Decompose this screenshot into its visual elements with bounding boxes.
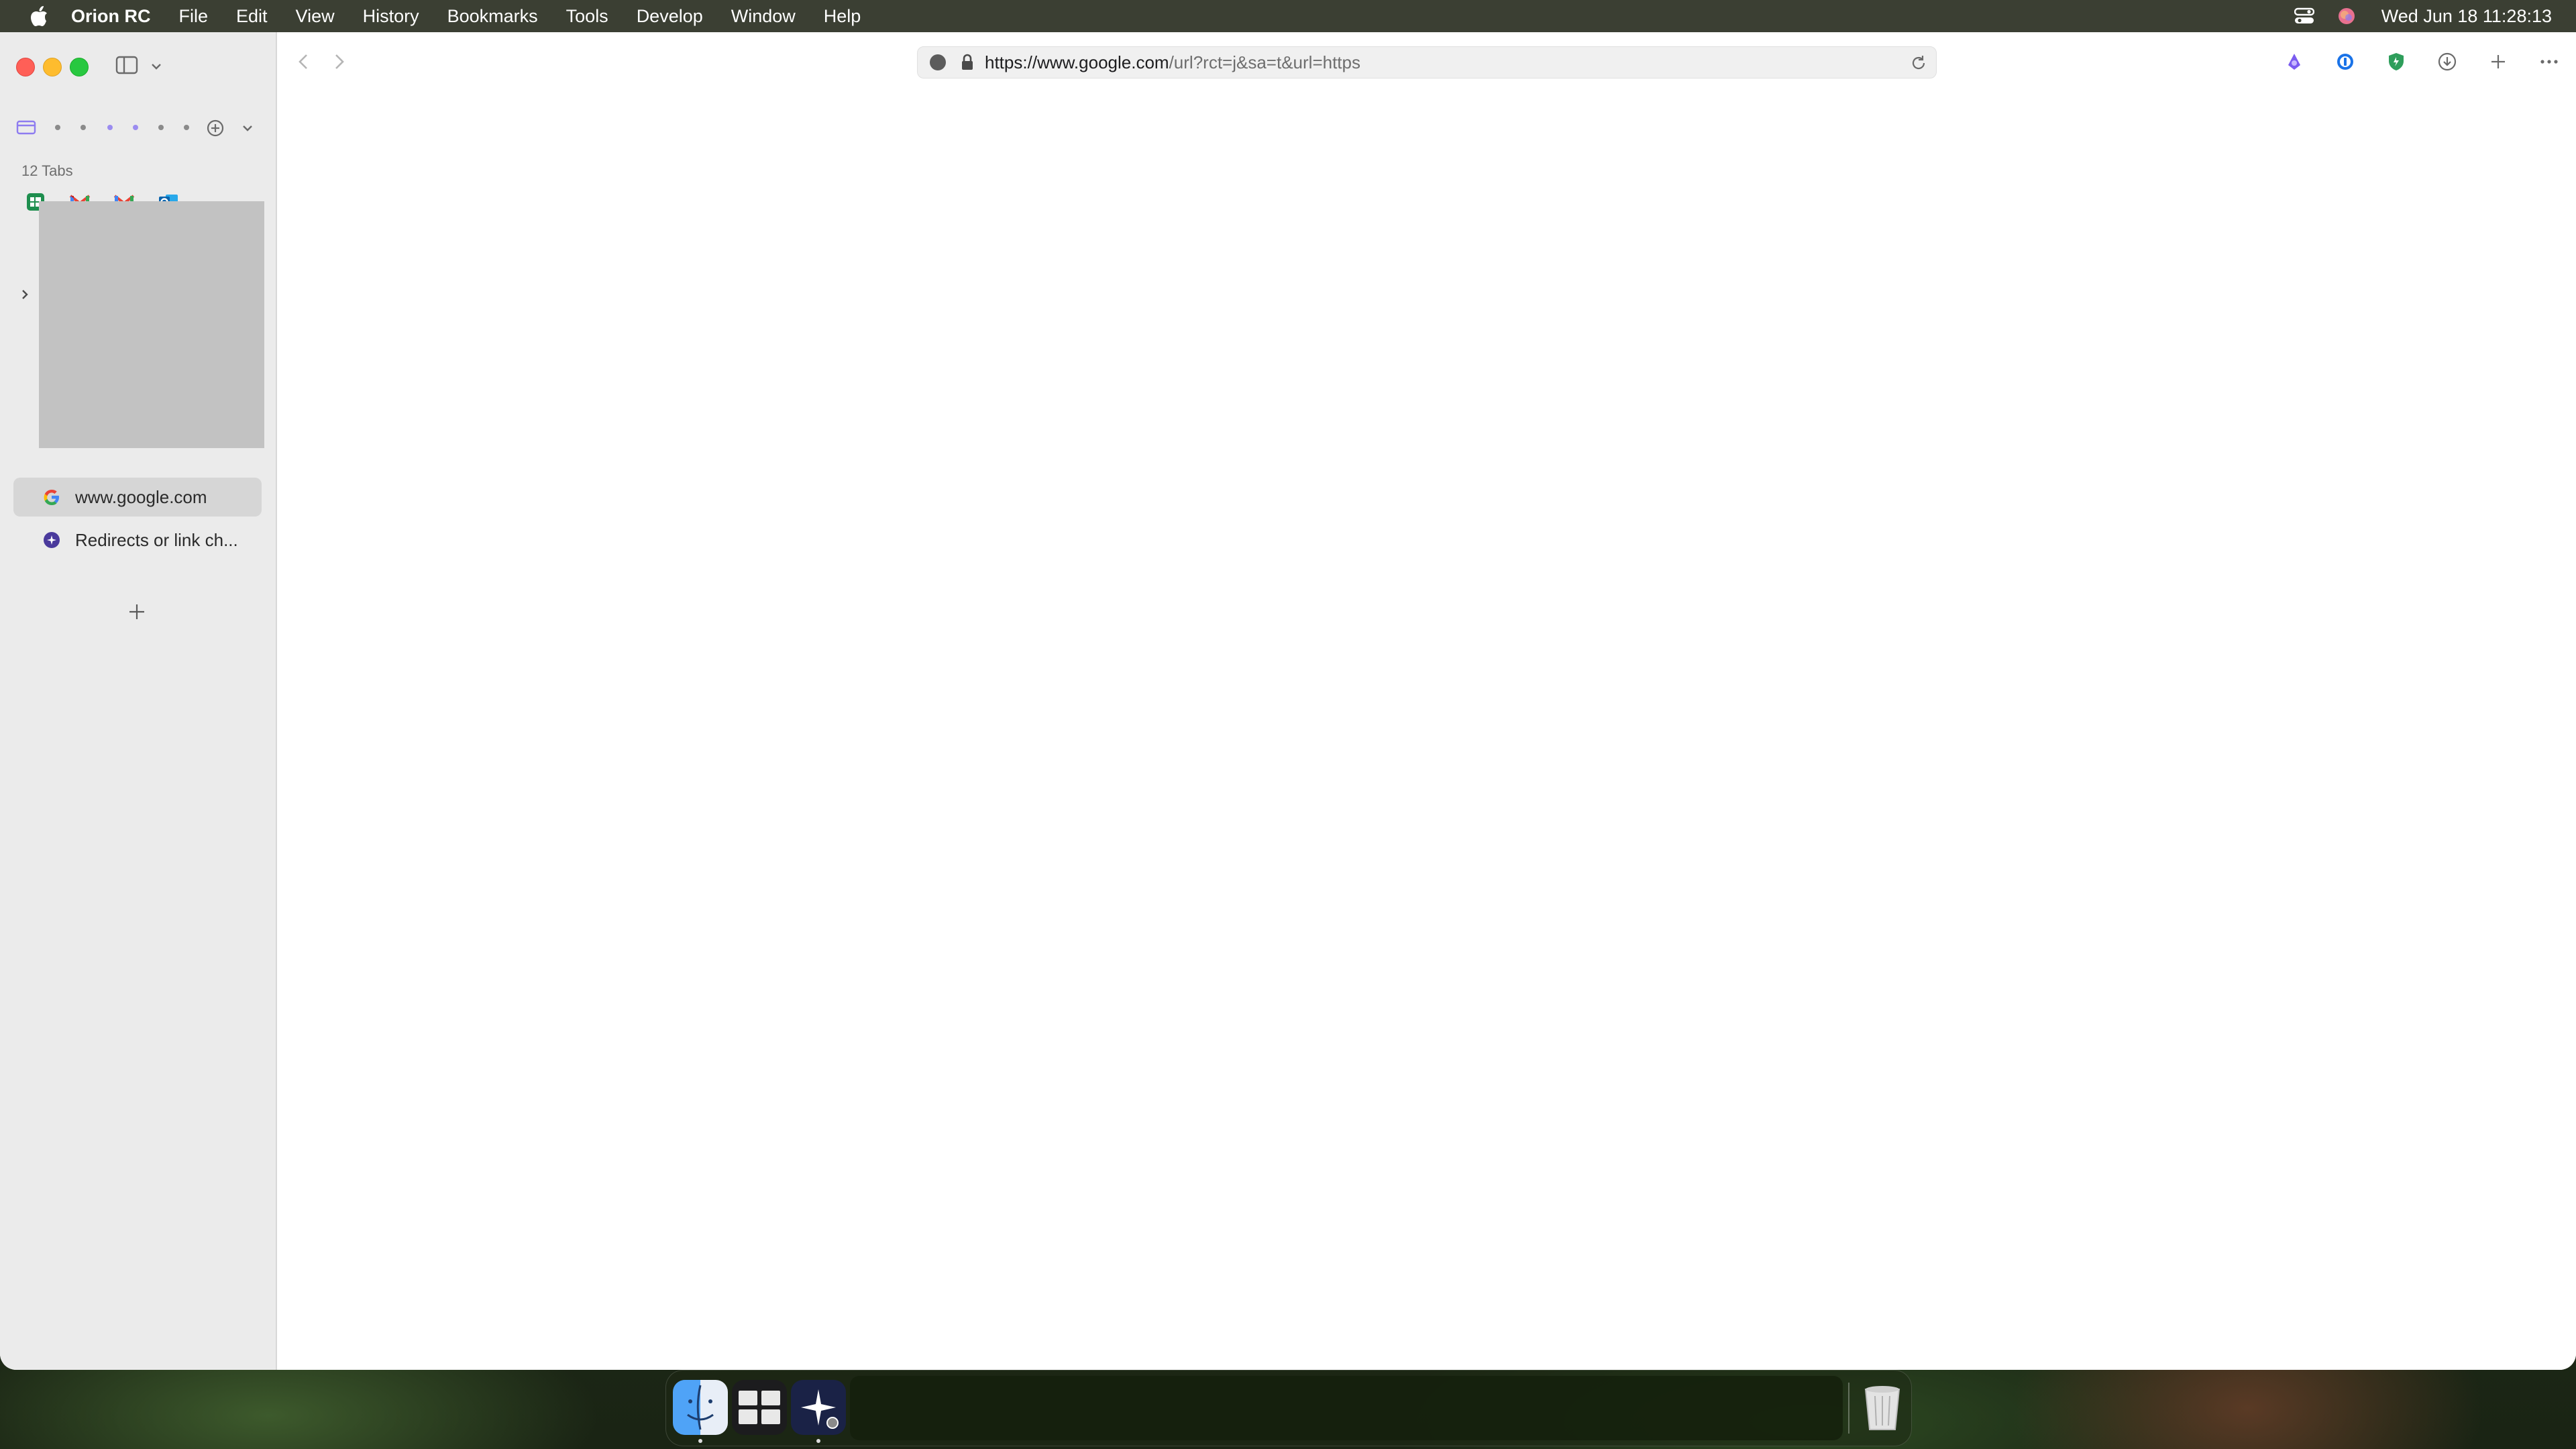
browser-content-area: https://www.google.com/url?rct=j&sa=t&ur… bbox=[277, 32, 2576, 1370]
tab-sidebar: 12 Tabs www.google.com Redirects or link… bbox=[0, 32, 277, 1370]
workspace-dot-6[interactable] bbox=[184, 125, 189, 130]
google-g-icon bbox=[42, 487, 62, 507]
menu-window[interactable]: Window bbox=[731, 0, 796, 32]
url-path: /url?rct=j&sa=t&url=https bbox=[1169, 52, 1360, 72]
workspace-switcher bbox=[13, 119, 262, 146]
sidebar-tab-redirects[interactable]: Redirects or link ch... bbox=[13, 521, 262, 559]
workspace-tabs-icon[interactable] bbox=[16, 119, 36, 139]
1password-icon[interactable] bbox=[2332, 48, 2359, 75]
dock-window-preview bbox=[850, 1376, 1843, 1440]
downloads-icon[interactable] bbox=[2434, 48, 2461, 75]
menu-help[interactable]: Help bbox=[824, 0, 861, 32]
new-tab-plus-icon[interactable] bbox=[2485, 48, 2512, 75]
menu-view[interactable]: View bbox=[296, 0, 335, 32]
url-host: https://www.google.com bbox=[985, 52, 1169, 72]
menubar-status-area: Wed Jun 18 11:28:13 bbox=[2271, 0, 2552, 32]
back-arrow-icon[interactable] bbox=[293, 50, 315, 74]
menu-bookmarks[interactable]: Bookmarks bbox=[447, 0, 538, 32]
workspace-dot-4[interactable] bbox=[133, 125, 138, 130]
menu-app-name[interactable]: Orion RC bbox=[71, 0, 151, 32]
finder-running-indicator bbox=[698, 1439, 702, 1443]
workspace-dot-3[interactable] bbox=[107, 125, 113, 130]
sidebar-toggle-icon[interactable] bbox=[115, 55, 138, 78]
menubar-clock[interactable]: Wed Jun 18 11:28:13 bbox=[2381, 6, 2552, 27]
workspace-dot-1[interactable] bbox=[55, 125, 60, 130]
orion-browser-icon[interactable] bbox=[791, 1380, 846, 1435]
url-text[interactable]: https://www.google.com/url?rct=j&sa=t&ur… bbox=[985, 52, 1360, 73]
sidebar-tab-google[interactable]: www.google.com bbox=[13, 478, 262, 517]
more-options-ellipsis-icon[interactable] bbox=[2536, 48, 2563, 75]
tab-title: Redirects or link ch... bbox=[75, 529, 238, 550]
window-close-button[interactable] bbox=[16, 58, 35, 76]
trash-icon[interactable] bbox=[1855, 1380, 1910, 1435]
toolbar-right bbox=[2257, 47, 2563, 76]
tab-folder-chevron-right-icon[interactable] bbox=[17, 287, 32, 302]
siri-icon[interactable] bbox=[2337, 7, 2356, 25]
menu-develop[interactable]: Develop bbox=[637, 0, 703, 32]
finder-icon[interactable] bbox=[673, 1380, 728, 1435]
add-workspace-icon[interactable] bbox=[205, 118, 225, 142]
lock-icon[interactable] bbox=[961, 54, 975, 71]
window-minimize-button[interactable] bbox=[43, 58, 62, 76]
tab-preview-thumbnail bbox=[39, 201, 264, 448]
mission-control-icon[interactable] bbox=[732, 1380, 787, 1435]
privacy-shield-green-icon[interactable] bbox=[2383, 48, 2410, 75]
workspace-dot-2[interactable] bbox=[80, 125, 86, 130]
browser-window: 12 Tabs www.google.com Redirects or link… bbox=[0, 32, 2576, 1370]
reload-icon[interactable] bbox=[1909, 54, 1928, 72]
control-center-icon[interactable] bbox=[2294, 7, 2314, 25]
forward-arrow-icon[interactable] bbox=[328, 50, 350, 74]
sidebar-menu-chevron-down-icon[interactable] bbox=[149, 59, 164, 74]
tab-title: www.google.com bbox=[75, 486, 207, 507]
orion-running-indicator bbox=[816, 1439, 820, 1443]
menu-file[interactable]: File bbox=[179, 0, 209, 32]
extension-purple-icon[interactable] bbox=[2281, 48, 2308, 75]
new-tab-plus-icon[interactable] bbox=[125, 600, 149, 624]
dock bbox=[665, 1370, 1912, 1446]
address-bar[interactable]: https://www.google.com/url?rct=j&sa=t&ur… bbox=[917, 46, 1937, 78]
workspace-dot-5[interactable] bbox=[158, 125, 164, 130]
window-maximize-button[interactable] bbox=[70, 58, 89, 76]
menu-history[interactable]: History bbox=[363, 0, 419, 32]
orion-icon bbox=[42, 530, 62, 550]
menu-tools[interactable]: Tools bbox=[566, 0, 608, 32]
privacy-shield-icon[interactable] bbox=[930, 54, 946, 70]
menu-bar: Orion RC File Edit View History Bookmark… bbox=[0, 0, 2576, 32]
menu-edit[interactable]: Edit bbox=[236, 0, 268, 32]
dock-separator bbox=[1848, 1383, 1849, 1434]
tabs-count-label: 12 Tabs bbox=[21, 162, 73, 179]
workspace-chevron-down-icon[interactable] bbox=[240, 121, 255, 139]
apple-logo-icon[interactable] bbox=[27, 4, 51, 28]
